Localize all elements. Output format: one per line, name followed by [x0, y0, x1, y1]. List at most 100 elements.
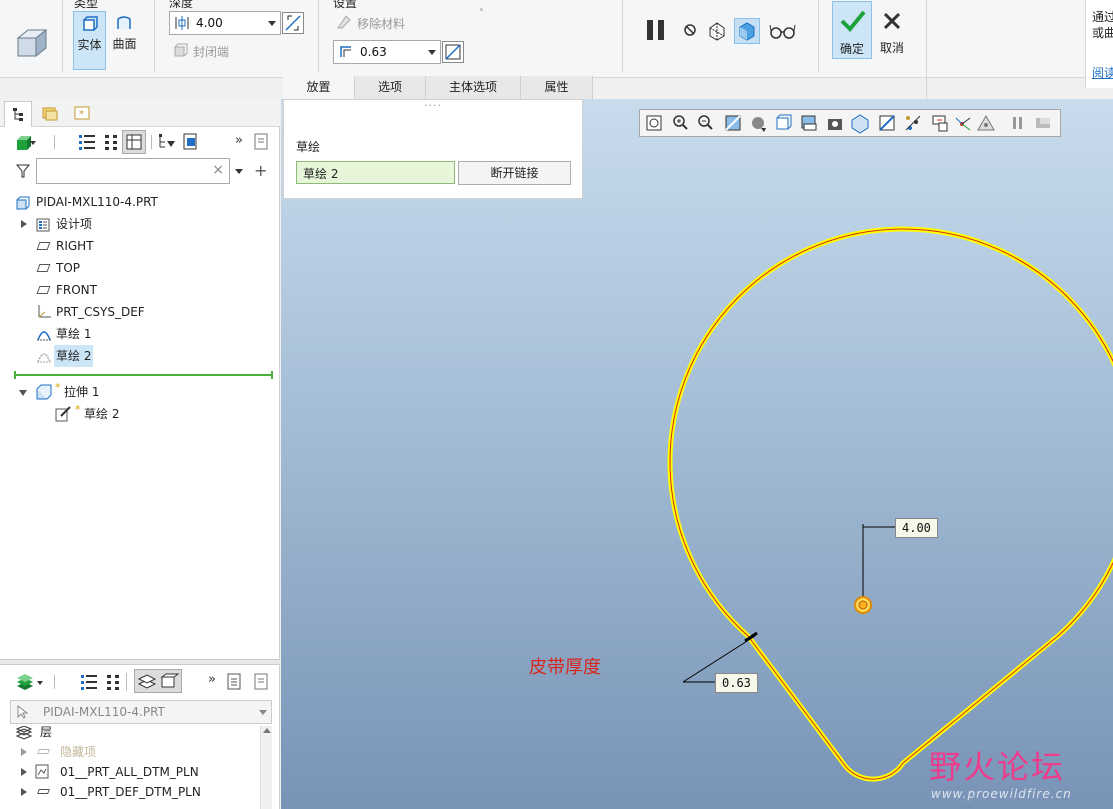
settings-sheet-icon[interactable]	[253, 673, 271, 691]
help-link[interactable]: 阅读	[1092, 64, 1113, 81]
datum-plane-icon	[36, 286, 51, 294]
layer-item-def-dtm-pln[interactable]: 01__PRT_DEF_DTM_PLN	[0, 781, 270, 803]
sketch-collector[interactable]: 草绘 2	[296, 161, 455, 184]
solid-icon	[82, 16, 98, 32]
cancel-label: 取消	[879, 41, 904, 55]
repaint-icon	[725, 115, 741, 131]
layer-root[interactable]: 层	[0, 721, 280, 743]
insert-here-marker[interactable]	[16, 374, 272, 376]
clear-icon[interactable]: ×	[212, 162, 224, 178]
verify-mode-button[interactable]	[734, 18, 760, 44]
help-text-1: 通过	[1092, 10, 1113, 24]
depth-field[interactable]: 4.00	[169, 11, 281, 35]
flip-thickness-button[interactable]	[442, 41, 464, 63]
folder-browser-icon[interactable]	[42, 105, 58, 121]
layer-item-label: 01__PRT_ALL_DTM_PLN	[60, 765, 199, 779]
layer-item-all-dtm-pln[interactable]: 01__PRT_ALL_DTM_PLN	[0, 761, 270, 783]
pause-icon[interactable]	[645, 19, 667, 41]
capped-ends-label[interactable]: 封闭端	[193, 43, 229, 60]
active-model-name: PIDAI-MXL110-4.PRT	[43, 705, 165, 719]
expand-icon[interactable]	[21, 220, 27, 228]
blind-depth-icon	[174, 15, 190, 31]
layer-scrollbar[interactable]	[260, 726, 272, 809]
chevron-down-icon[interactable]	[259, 710, 267, 715]
glasses-icon[interactable]	[769, 22, 797, 40]
tree-item-sketch-2[interactable]: 草绘 2	[0, 345, 280, 367]
thickness-dimension[interactable]: 0.63	[715, 673, 758, 693]
layer-props-icon[interactable]	[226, 673, 244, 691]
layer-visibility-buttons[interactable]	[134, 669, 182, 693]
cancel-button[interactable]: 取消	[874, 1, 910, 59]
ok-label: 确定	[839, 42, 864, 56]
tree-settings-icon[interactable]	[78, 133, 96, 151]
layer-icon	[37, 789, 50, 794]
model-tree-tab[interactable]	[4, 101, 32, 127]
tree-item-design-items[interactable]: 设计项	[0, 213, 280, 235]
pointer-icon	[15, 704, 29, 719]
geometry-preview-icon[interactable]	[706, 20, 728, 42]
layer-item-hidden[interactable]: 隐藏项	[0, 741, 270, 763]
tree-item-part[interactable]: PIDAI-MXL110-4.PRT	[0, 191, 280, 213]
svg-text:*: *	[79, 109, 84, 120]
tree-item-csys[interactable]: PRT_CSYS_DEF	[0, 301, 280, 323]
surface-button[interactable]: 曲面	[108, 11, 141, 51]
tab-placement[interactable]: 放置	[283, 76, 355, 99]
chevron-down-icon[interactable]	[268, 21, 276, 26]
filter-tree-icon[interactable]	[158, 133, 176, 151]
tree-item-extrude-sketch[interactable]: * 草绘 2	[0, 403, 280, 425]
collapse-icon[interactable]	[19, 390, 27, 396]
thickness-field[interactable]: 0.63	[333, 40, 441, 64]
tree-item-label: 设计项	[56, 217, 93, 231]
show-columns-button[interactable]	[122, 130, 146, 154]
tree-columns-icon[interactable]	[102, 133, 120, 151]
expand-icon[interactable]	[21, 788, 27, 796]
tree-item-front[interactable]: FRONT	[0, 279, 280, 301]
design-items-icon	[36, 217, 50, 232]
expand-icon[interactable]	[21, 748, 27, 756]
chevron-down-icon[interactable]	[30, 141, 36, 145]
no-preview-icon[interactable]	[683, 23, 697, 37]
tab-properties[interactable]: 属性	[521, 76, 593, 99]
tree-item-top[interactable]: TOP	[0, 257, 280, 279]
capped-ends-icon	[172, 43, 188, 59]
panel-drag-handle[interactable]: ....	[424, 96, 442, 109]
chevron-down-icon[interactable]	[235, 169, 243, 174]
feature-list-icon[interactable]	[182, 133, 200, 151]
pane-splitter[interactable]	[0, 659, 280, 665]
graphics-window[interactable]: 4.00 0.63 皮带厚度 野火论坛 www.proewildfire.cn	[281, 99, 1113, 809]
search-input[interactable]: ×	[36, 158, 230, 184]
chevron-down-icon[interactable]	[428, 50, 436, 55]
remove-material-label[interactable]: 移除材料	[357, 15, 405, 32]
add-filter-icon[interactable]: +	[254, 161, 267, 180]
solid-button[interactable]: 实体	[73, 11, 106, 70]
extrude-feature-icon	[14, 26, 50, 60]
layer-sheet-icon	[35, 764, 51, 780]
tree-item-label: 草绘 2	[84, 407, 120, 421]
layer-item-label: 隐藏项	[60, 745, 97, 759]
selected-outline[interactable]	[667, 226, 1113, 782]
tree-item-sketch-1[interactable]: 草绘 1	[0, 323, 280, 345]
ok-button[interactable]: 确定	[832, 1, 872, 59]
unlink-button[interactable]: 断开链接	[458, 161, 571, 185]
tree-item-extrude-1[interactable]: * 拉伸 1	[0, 381, 280, 403]
flip-depth-direction-button[interactable]	[282, 12, 304, 34]
tab-options[interactable]: 选项	[355, 76, 426, 99]
more-icon[interactable]: »	[208, 672, 216, 687]
scroll-up-icon[interactable]	[263, 728, 271, 733]
more-icon[interactable]: »	[235, 133, 243, 148]
zoom-in-icon	[673, 115, 688, 130]
filter-icon[interactable]	[15, 164, 31, 178]
layer-columns-icon[interactable]	[104, 673, 122, 691]
depth-dimension[interactable]: 4.00	[895, 518, 938, 538]
layers-icon[interactable]	[16, 674, 34, 692]
tree-item-label: FRONT	[56, 283, 97, 297]
layer-settings-icon[interactable]	[80, 673, 98, 691]
tree-item-label: 拉伸 1	[64, 385, 100, 399]
sketch-collector-value: 草绘 2	[303, 167, 339, 181]
expand-icon[interactable]	[21, 768, 27, 776]
chevron-down-icon[interactable]	[37, 681, 43, 685]
settings-sheet-icon[interactable]	[253, 133, 271, 151]
tree-item-right[interactable]: RIGHT	[0, 235, 280, 257]
favorites-icon[interactable]: *	[74, 105, 90, 121]
ribbon: 类型 实体 曲面 深度 4.00 封闭端 设置 移除材料 0.63 确定 取消 …	[0, 0, 1113, 100]
